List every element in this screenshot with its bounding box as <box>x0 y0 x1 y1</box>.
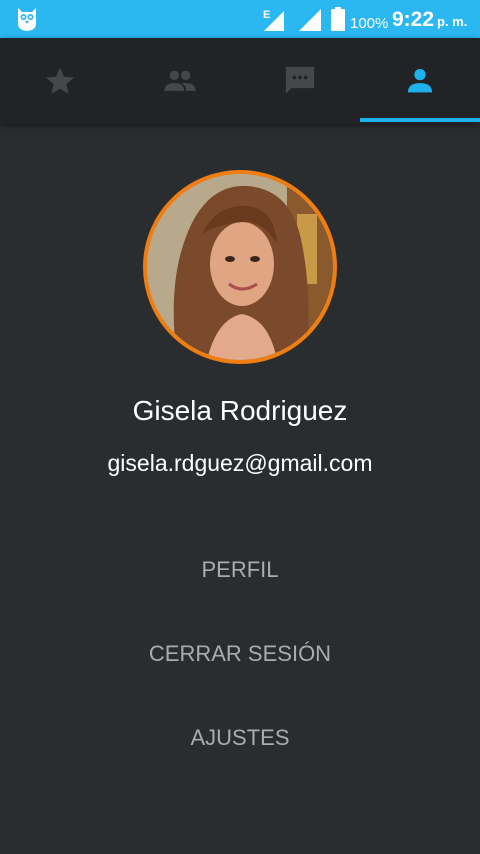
tab-bar <box>0 38 480 124</box>
active-tab-indicator <box>360 118 480 122</box>
tab-favorites[interactable] <box>0 38 120 124</box>
wifi-signal-icon <box>299 9 321 31</box>
tab-messages[interactable] <box>240 38 360 124</box>
people-icon <box>164 70 196 91</box>
tab-contacts[interactable] <box>120 38 240 124</box>
clock-ampm: p. m. <box>437 14 468 29</box>
user-email: gisela.rdguez@gmail.com <box>107 450 373 476</box>
profile-button[interactable]: PERFIL <box>0 555 480 585</box>
network-type-label: E <box>263 9 270 21</box>
avatar <box>143 170 337 364</box>
star-icon <box>46 67 74 94</box>
owl-icon <box>18 8 36 31</box>
user-name: Gisela Rodriguez <box>132 395 348 426</box>
profile-photo <box>147 174 333 360</box>
status-bar: E 100% 9:22 p. m. <box>0 0 480 38</box>
chat-icon <box>285 66 315 94</box>
logout-button[interactable]: CERRAR SESIÓN <box>0 639 480 669</box>
person-icon <box>407 68 433 93</box>
profile-screen: E 100% 9:22 p. m. Gisela Rodriguez gisel… <box>0 0 480 854</box>
battery-icon <box>331 7 345 31</box>
battery-percentage: 100% <box>350 15 389 32</box>
network-signal-icon: E <box>263 9 284 31</box>
settings-button[interactable]: AJUSTES <box>0 723 480 753</box>
tab-profile[interactable] <box>360 38 480 124</box>
clock-time: 9:22 <box>392 8 435 31</box>
